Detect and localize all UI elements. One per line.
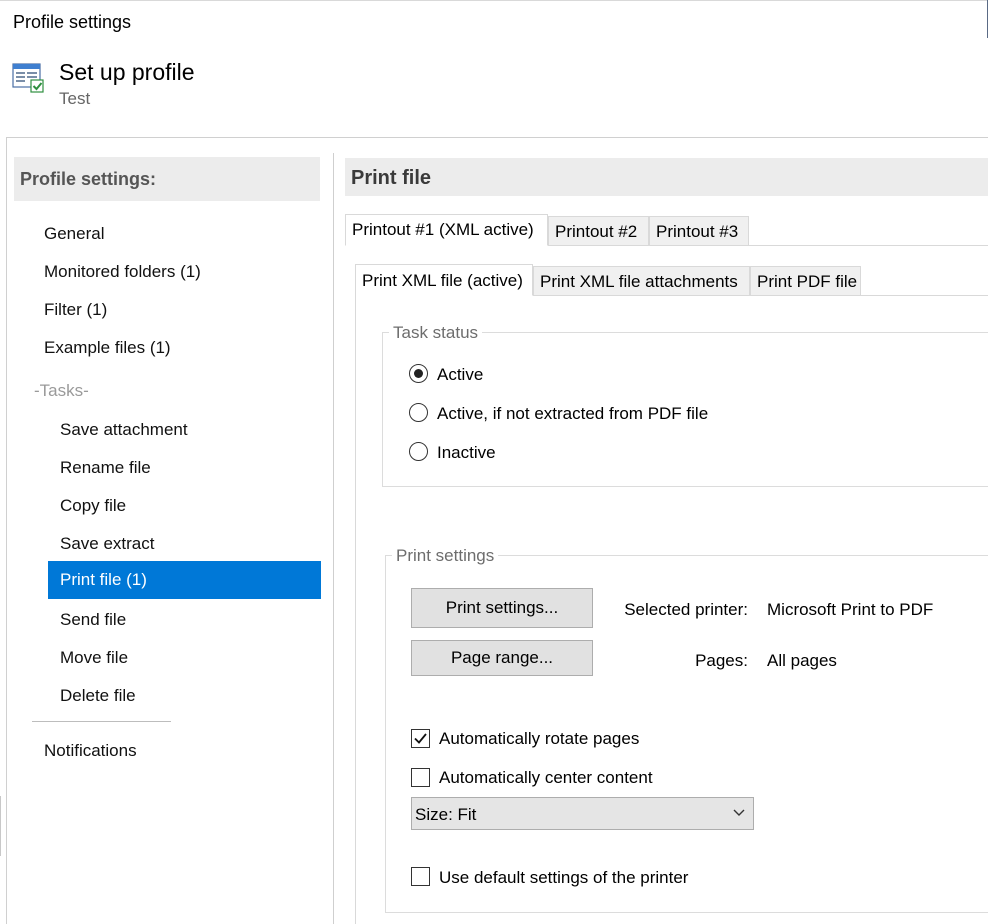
use-default-label[interactable]: Use default settings of the printer bbox=[439, 868, 688, 888]
sidebar-item-copy-file[interactable]: Copy file bbox=[60, 496, 126, 516]
radio-active-if-not-extracted[interactable] bbox=[409, 403, 428, 422]
page-title: Set up profile bbox=[59, 59, 195, 85]
auto-center-checkbox[interactable] bbox=[411, 768, 430, 787]
window-top-edge bbox=[0, 0, 988, 1]
chevron-down-icon bbox=[733, 809, 745, 816]
tab-printout-1[interactable]: Printout #1 (XML active) bbox=[345, 214, 548, 246]
radio-active-label[interactable]: Active bbox=[437, 365, 483, 385]
tab-printout-2[interactable]: Printout #2 bbox=[548, 216, 649, 246]
sidebar-item-example-files[interactable]: Example files (1) bbox=[44, 338, 171, 358]
radio-active-if-not-extracted-label[interactable]: Active, if not extracted from PDF file bbox=[437, 404, 708, 424]
auto-rotate-checkbox[interactable] bbox=[411, 729, 430, 748]
pages-value: All pages bbox=[767, 651, 837, 670]
sidebar-group-tasks: -Tasks- bbox=[34, 381, 89, 400]
auto-rotate-label[interactable]: Automatically rotate pages bbox=[439, 729, 639, 749]
page-range-button[interactable]: Page range... bbox=[411, 640, 593, 676]
sidebar-header: Profile settings: bbox=[14, 157, 320, 201]
sidebar-item-notifications[interactable]: Notifications bbox=[44, 741, 137, 761]
sidebar-item-print-file[interactable]: Print file (1) bbox=[48, 561, 321, 599]
use-default-checkbox[interactable] bbox=[411, 867, 430, 886]
radio-inactive-label[interactable]: Inactive bbox=[437, 443, 496, 463]
sidebar-item-monitored-folders[interactable]: Monitored folders (1) bbox=[44, 262, 201, 282]
window-title: Profile settings bbox=[13, 12, 132, 32]
sidebar-item-general[interactable]: General bbox=[44, 224, 104, 244]
sidebar-item-send-file[interactable]: Send file bbox=[60, 610, 126, 630]
sidebar-item-move-file[interactable]: Move file bbox=[60, 648, 128, 668]
checkmark-icon bbox=[414, 733, 427, 744]
profile-name: Test bbox=[59, 89, 91, 108]
sidebar-header-label: Profile settings: bbox=[20, 169, 157, 189]
task-status-title: Task status bbox=[389, 323, 483, 343]
sidebar-divider bbox=[32, 721, 171, 722]
sidebar-item-label: Print file (1) bbox=[60, 570, 147, 589]
radio-inactive[interactable] bbox=[409, 442, 428, 461]
print-settings-title: Print settings bbox=[392, 546, 499, 566]
sidebar-item-delete-file[interactable]: Delete file bbox=[60, 686, 136, 706]
sidebar-item-save-attachment[interactable]: Save attachment bbox=[60, 420, 188, 440]
size-select[interactable]: Size: Fit bbox=[411, 797, 754, 830]
selected-printer-label: Selected printer: bbox=[624, 600, 748, 619]
sidebar-item-rename-file[interactable]: Rename file bbox=[60, 458, 151, 478]
radio-active[interactable] bbox=[409, 364, 428, 383]
tab-print-pdf-file[interactable]: Print PDF file bbox=[750, 266, 861, 296]
tab-print-xml-file[interactable]: Print XML file (active) bbox=[355, 264, 533, 296]
tab-print-xml-attachments[interactable]: Print XML file attachments bbox=[533, 266, 750, 296]
print-settings-button[interactable]: Print settings... bbox=[411, 588, 593, 628]
pages-label: Pages: bbox=[695, 651, 748, 670]
section-title: Print file bbox=[351, 167, 432, 189]
pane-splitter[interactable] bbox=[333, 153, 334, 924]
size-select-value: Size: Fit bbox=[415, 805, 477, 824]
profile-settings-icon bbox=[12, 62, 44, 94]
sidebar-item-save-extract[interactable]: Save extract bbox=[60, 534, 155, 554]
tab-printout-3[interactable]: Printout #3 bbox=[649, 216, 749, 246]
window-left-edge bbox=[0, 796, 1, 856]
selected-printer-value: Microsoft Print to PDF bbox=[767, 600, 934, 619]
auto-center-label[interactable]: Automatically center content bbox=[439, 768, 653, 788]
sidebar-item-filter[interactable]: Filter (1) bbox=[44, 300, 107, 320]
section-header: Print file bbox=[345, 158, 988, 196]
